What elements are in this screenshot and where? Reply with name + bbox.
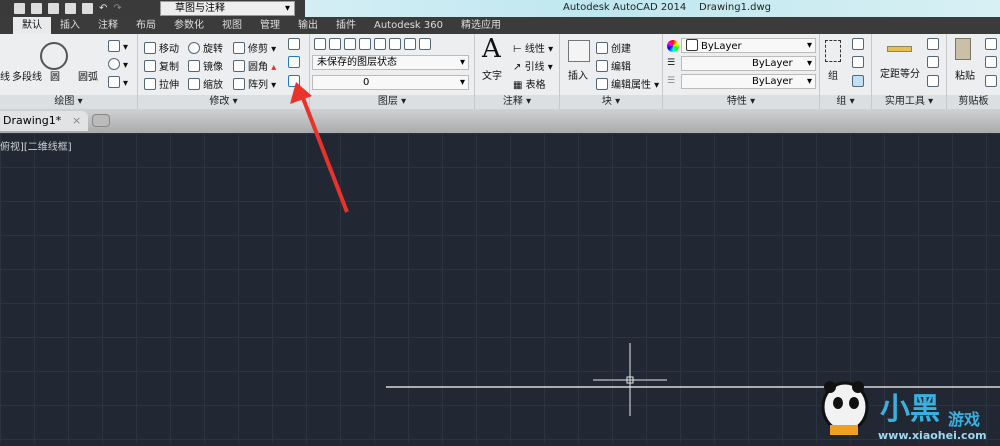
watermark-logo: 小黑 游戏 www.xiaohei.com — [810, 375, 1000, 443]
panda-icon: 小黑 游戏 www.xiaohei.com — [821, 381, 987, 442]
svg-text:www.xiaohei.com: www.xiaohei.com — [878, 429, 987, 442]
svg-text:游戏: 游戏 — [948, 410, 980, 429]
red-arrow — [290, 82, 349, 213]
svg-text:小黑: 小黑 — [880, 392, 940, 427]
crosshair-cursor — [593, 343, 667, 416]
